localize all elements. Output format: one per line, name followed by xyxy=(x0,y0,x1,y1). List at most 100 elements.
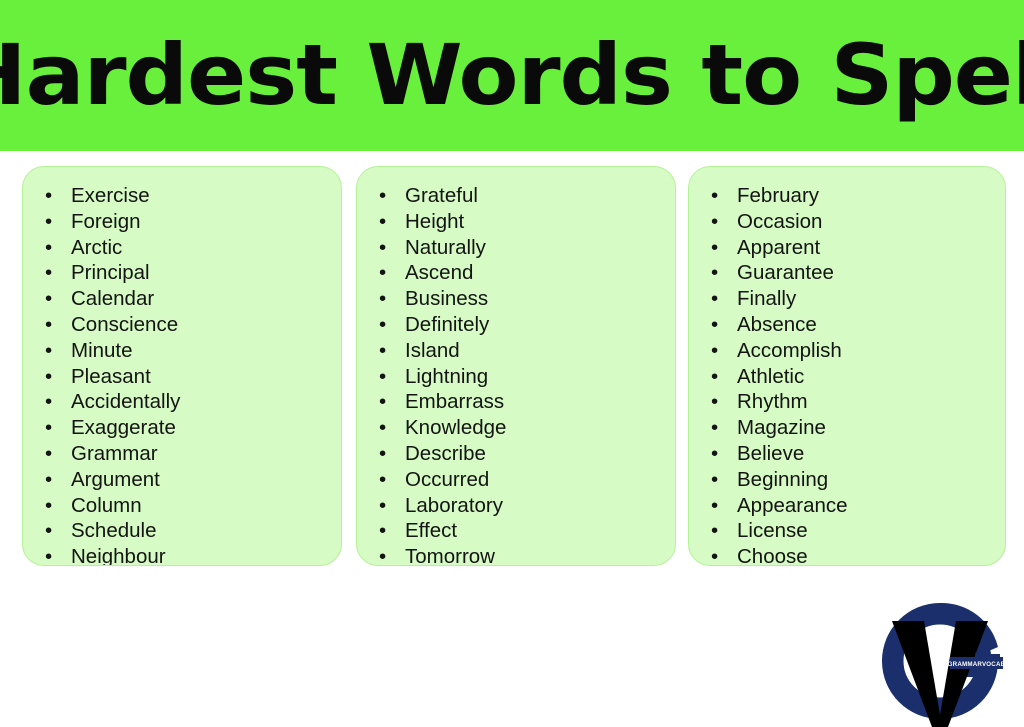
bullet-icon: • xyxy=(711,184,719,207)
bullet-icon: • xyxy=(711,467,719,491)
word-list-item: • Appearance xyxy=(689,493,1005,519)
word-list-item: • Island xyxy=(357,338,675,364)
word-list-item: • Embarrass xyxy=(357,389,675,415)
bullet-icon: • xyxy=(379,519,387,543)
word-label: Laboratory xyxy=(405,493,504,517)
word-label: Apparent xyxy=(737,235,821,259)
bullet-icon: • xyxy=(45,287,53,311)
bullet-icon: • xyxy=(45,519,53,543)
word-list-item: • Exercise xyxy=(23,183,341,209)
bullet-icon: • xyxy=(379,441,387,465)
word-label: Effect xyxy=(405,519,458,543)
word-label: Finally xyxy=(737,287,797,311)
bullet-icon: • xyxy=(379,287,387,311)
word-label: Column xyxy=(71,493,142,517)
word-list-item: • Principal xyxy=(23,260,341,286)
bullet-icon: • xyxy=(711,364,719,388)
word-label: Knowledge xyxy=(405,416,507,440)
word-list-item: • Occurred xyxy=(357,467,675,493)
word-list-item: • Business xyxy=(357,286,675,312)
word-label: Rhythm xyxy=(737,390,808,414)
bullet-icon: • xyxy=(711,209,719,233)
word-label: Principal xyxy=(71,261,150,285)
word-list-item: • Laboratory xyxy=(357,493,675,519)
word-label: Embarrass xyxy=(405,390,505,414)
bullet-icon: • xyxy=(45,364,53,388)
bullet-icon: • xyxy=(45,390,53,414)
word-list-item: • Believe xyxy=(689,441,1005,467)
word-list-item: • Apparent xyxy=(689,235,1005,261)
bullet-icon: • xyxy=(45,416,53,440)
word-list-item: • Height xyxy=(357,209,675,235)
word-label: Schedule xyxy=(71,519,157,543)
word-label: Exaggerate xyxy=(71,416,176,440)
word-list-item: • Minute xyxy=(23,338,341,364)
word-label: Accomplish xyxy=(737,338,842,362)
word-list-item: • Choose xyxy=(689,544,1005,566)
word-label: Calendar xyxy=(71,287,155,311)
word-label: Definitely xyxy=(405,312,490,336)
word-label: Accidentally xyxy=(71,390,181,414)
word-label: Naturally xyxy=(405,235,486,259)
bullet-icon: • xyxy=(711,545,719,566)
word-list-item: • Knowledge xyxy=(357,415,675,441)
bullet-icon: • xyxy=(711,519,719,543)
word-list-column-1: • Exercise • Foreign • Arctic • Principal • Calen… xyxy=(23,167,341,565)
word-list-item: • Foreign xyxy=(23,209,341,235)
bullet-icon: • xyxy=(379,416,387,440)
bullet-icon: • xyxy=(379,493,387,517)
word-list-item: • Athletic xyxy=(689,364,1005,390)
word-list-item: • Pleasant xyxy=(23,364,341,390)
word-cards-container: • Exercise • Foreign • Arctic • Principal • Calen… xyxy=(0,151,1024,727)
word-list-item: • February xyxy=(689,183,1005,209)
word-label: Minute xyxy=(71,338,133,362)
word-list-column-3: • February • Occasion • Apparent • Guarantee • Fi… xyxy=(689,167,1005,566)
word-list-item: • Grammar xyxy=(23,441,341,467)
word-list-item: • Tomorrow xyxy=(357,544,675,566)
word-label: Magazine xyxy=(737,416,826,440)
bullet-icon: • xyxy=(45,235,53,259)
bullet-icon: • xyxy=(711,261,719,285)
bullet-icon: • xyxy=(45,338,53,362)
word-list-item: • Exaggerate xyxy=(23,415,341,441)
word-label: Believe xyxy=(737,441,805,465)
bullet-icon: • xyxy=(711,493,719,517)
word-list-item: • Calendar xyxy=(23,286,341,312)
word-list-item: • Ascend xyxy=(357,260,675,286)
word-list-item: • Argument xyxy=(23,467,341,493)
word-label: Foreign xyxy=(71,209,141,233)
word-card-column-2: • Grateful • Height • Naturally • Ascend • Busine… xyxy=(356,166,676,566)
word-list-item: • Lightning xyxy=(357,364,675,390)
word-card-column-3: • February • Occasion • Apparent • Guarantee • Fi… xyxy=(688,166,1006,566)
word-list-item: • Guarantee xyxy=(689,260,1005,286)
bullet-icon: • xyxy=(379,545,387,566)
word-label: Argument xyxy=(71,467,160,491)
word-label: Beginning xyxy=(737,467,829,491)
bullet-icon: • xyxy=(711,312,719,336)
word-label: Occasion xyxy=(737,209,823,233)
bullet-icon: • xyxy=(379,209,387,233)
bullet-icon: • xyxy=(711,235,719,259)
bullet-icon: • xyxy=(379,338,387,362)
word-list-column-2: • Grateful • Height • Naturally • Ascend • Busine… xyxy=(357,167,675,566)
header-banner: Hardest Words to Spell xyxy=(0,0,1024,151)
word-list-item: • Conscience xyxy=(23,312,341,338)
grammarvocab-logo: GRAMMARVOCAB xyxy=(876,597,1004,727)
bullet-icon: • xyxy=(45,441,53,465)
word-label: Arctic xyxy=(71,235,123,259)
word-label: Athletic xyxy=(737,364,805,388)
word-label: Height xyxy=(405,209,465,233)
bullet-icon: • xyxy=(379,261,387,285)
word-list-item: • Definitely xyxy=(357,312,675,338)
word-label: Absence xyxy=(737,312,817,336)
word-list-item: • Accomplish xyxy=(689,338,1005,364)
bullet-icon: • xyxy=(379,364,387,388)
word-label: Island xyxy=(405,338,460,362)
bullet-icon: • xyxy=(45,184,53,207)
word-list-item: • Column xyxy=(23,493,341,519)
word-label: Conscience xyxy=(71,312,179,336)
bullet-icon: • xyxy=(711,287,719,311)
word-list-item: • Arctic xyxy=(23,235,341,261)
word-label: Occurred xyxy=(405,467,490,491)
bullet-icon: • xyxy=(711,416,719,440)
